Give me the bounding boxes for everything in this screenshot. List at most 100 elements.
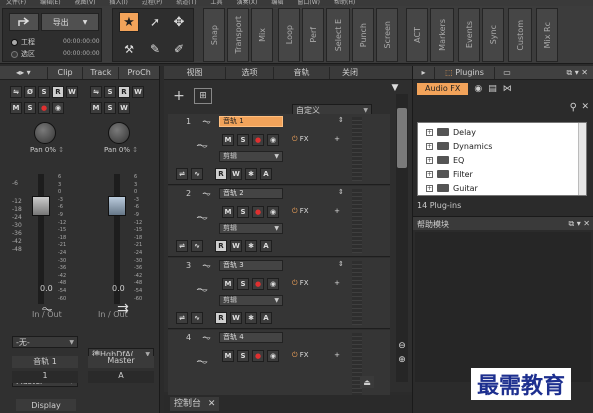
track-expand-icon[interactable]: ⇕	[338, 188, 344, 196]
track-name[interactable]: 音轨 4	[219, 332, 283, 343]
track-scrollbar[interactable]: ⊖ ⊕	[396, 94, 408, 382]
track-row[interactable]: 1 ⏦ 音轨 1 ⇕ ⏦ M S ● ◉ ⏻ FX + 剪辑 ⇌ ∿ R W ✱ …	[168, 114, 390, 185]
move-cross-icon[interactable]: ✥	[169, 12, 189, 32]
menu-close[interactable]: 关闭	[330, 67, 370, 79]
mode-project[interactable]: 工程	[11, 37, 35, 47]
folder-dynamics[interactable]: + Dynamics	[418, 139, 586, 153]
track-row[interactable]: 2 ⏦ 音轨 2 ⇕ ⏦ M S ● ◉ ⏻ FX + 剪辑 ⇌ ∿ R W ✱ …	[168, 186, 390, 257]
input-echo-icon[interactable]: ◉	[267, 350, 279, 362]
star-button[interactable]: ✱	[245, 312, 257, 324]
strip1-m-button[interactable]: M	[10, 102, 22, 114]
strip2-m-button[interactable]: M	[90, 102, 102, 114]
input-echo-icon[interactable]: ◉	[267, 278, 279, 290]
fx-bin[interactable]: ⏻ FX +	[292, 350, 340, 361]
folder-delay[interactable]: + Delay	[418, 125, 586, 139]
menu-view-track[interactable]: 视图	[164, 66, 226, 79]
track-expand-icon[interactable]: ⇕	[338, 116, 344, 124]
tab-console[interactable]: 控制台 ✕	[170, 397, 220, 411]
tab-clip[interactable]: Clip	[48, 66, 84, 79]
automation-icon[interactable]: ∿	[191, 312, 203, 324]
invert-icon[interactable]: Ø	[24, 86, 36, 98]
expand-icon[interactable]: +	[426, 170, 433, 178]
automation-icon[interactable]: ∿	[191, 168, 203, 180]
track-row[interactable]: 3 ⏦ 音轨 3 ⇕ ⏦ M S ● ◉ ⏻ FX + 剪辑 ⇌ ∿ R W ✱ …	[168, 258, 390, 329]
menu-track-view[interactable]: 音轨	[274, 66, 330, 79]
tab-track[interactable]: Track	[83, 66, 120, 79]
add-track-icon[interactable]: +	[170, 88, 188, 104]
strip2-r-button[interactable]: R	[118, 86, 130, 98]
expand-icon[interactable]: +	[426, 156, 433, 164]
input-echo-icon[interactable]: ◉	[267, 206, 279, 218]
erase-tool-icon[interactable]: ✐	[169, 39, 189, 59]
volume-fader-handle[interactable]	[108, 196, 126, 216]
track-eq-icon[interactable]: ⇌	[176, 168, 188, 180]
fx-bin[interactable]: ⏻ FX +	[292, 278, 340, 289]
expand-icon[interactable]: +	[426, 142, 433, 150]
track-name[interactable]: 音轨 3	[219, 260, 283, 271]
module-punch[interactable]: Punch	[352, 8, 374, 62]
track-row[interactable]: 4 ⏦ 音轨 4 ⏦ M S ● ◉ ⏻ FX +	[168, 330, 390, 398]
strip1-s-button[interactable]: S	[38, 86, 50, 98]
mute-button[interactable]: M	[222, 134, 234, 146]
strip-name-1[interactable]: 音轨 1	[12, 356, 78, 368]
record-arm-icon[interactable]: ●	[252, 134, 264, 146]
close-icon[interactable]: ✕	[208, 399, 216, 409]
pan-knob[interactable]	[108, 122, 130, 144]
midi-fx-icon[interactable]: ⋈	[503, 84, 512, 94]
export-arrow-icon[interactable]	[9, 13, 39, 31]
solo-button[interactable]: S	[237, 134, 249, 146]
volume-fader-handle[interactable]	[32, 196, 50, 216]
tab-proch[interactable]: ProCh	[119, 67, 159, 79]
edit-filter-select[interactable]: 剪辑	[219, 151, 283, 162]
draw-pen-icon[interactable]: ✎	[145, 39, 165, 59]
input-echo-icon[interactable]: ◉	[52, 102, 64, 114]
solo-button[interactable]: S	[237, 350, 249, 362]
power-icon[interactable]: ⏻	[292, 207, 298, 215]
track-eq-icon[interactable]: ⇌	[176, 312, 188, 324]
mode-selection[interactable]: 选区	[11, 49, 35, 59]
pin-icon[interactable]: ▼	[388, 82, 402, 94]
folder-guitar[interactable]: + Guitar	[418, 181, 586, 195]
inspector-options-icon[interactable]: ◂▸ ▾	[0, 66, 48, 79]
browser-media-icon[interactable]: ▭	[495, 67, 519, 79]
module-events[interactable]: Events	[458, 8, 480, 62]
record-arm-icon[interactable]: ●	[252, 278, 264, 290]
pan-knob[interactable]	[34, 122, 56, 144]
strip2-s-button[interactable]: S	[104, 86, 116, 98]
automation-icon[interactable]: ∿	[191, 240, 203, 252]
mute-button[interactable]: M	[222, 206, 234, 218]
tab-display[interactable]: Display	[16, 399, 76, 411]
record-arm-icon[interactable]: ●	[38, 102, 50, 114]
track-name[interactable]: 音轨 1	[219, 116, 283, 127]
module-mix[interactable]: Mix	[251, 8, 273, 62]
add-fx-icon[interactable]: +	[334, 206, 340, 217]
module-markers[interactable]: Markers	[430, 8, 454, 62]
mute-button[interactable]: M	[222, 350, 234, 362]
solo-button[interactable]: S	[237, 278, 249, 290]
write-button[interactable]: W	[230, 168, 242, 180]
solo-button[interactable]: S	[237, 206, 249, 218]
browser-back-icon[interactable]: ▸	[413, 66, 435, 79]
expand-up-icon[interactable]: ⏏	[360, 376, 374, 388]
instrument-icon[interactable]: ◉	[474, 84, 482, 94]
search-icon[interactable]: ⚲	[570, 102, 577, 113]
track-eq-icon[interactable]: ⇌	[176, 240, 188, 252]
menu-options[interactable]: 选项	[226, 66, 274, 79]
fx-bin[interactable]: ⏻ FX +	[292, 206, 340, 217]
strip2-solo-button[interactable]: S	[104, 102, 116, 114]
read-button[interactable]: R	[215, 312, 227, 324]
record-arm-icon[interactable]: ●	[252, 206, 264, 218]
read-button[interactable]: R	[215, 168, 227, 180]
strip2-w-button[interactable]: W	[132, 86, 144, 98]
edit-filter-select[interactable]: 剪辑	[219, 295, 283, 306]
edit-filter-select[interactable]: 剪辑	[219, 223, 283, 234]
strip1-r-button[interactable]: R	[52, 86, 64, 98]
add-folder-icon[interactable]: ⊞	[194, 88, 212, 104]
read-button[interactable]: R	[215, 240, 227, 252]
power-icon[interactable]: ⏻	[292, 135, 298, 143]
window-controls-icon[interactable]: ⧉ ▾ ✕	[566, 68, 588, 78]
archive-button[interactable]: A	[260, 240, 272, 252]
fx-bin[interactable]: ⏻ FX +	[292, 134, 340, 145]
module-act[interactable]: ACT	[406, 8, 428, 62]
star-button[interactable]: ✱	[245, 240, 257, 252]
